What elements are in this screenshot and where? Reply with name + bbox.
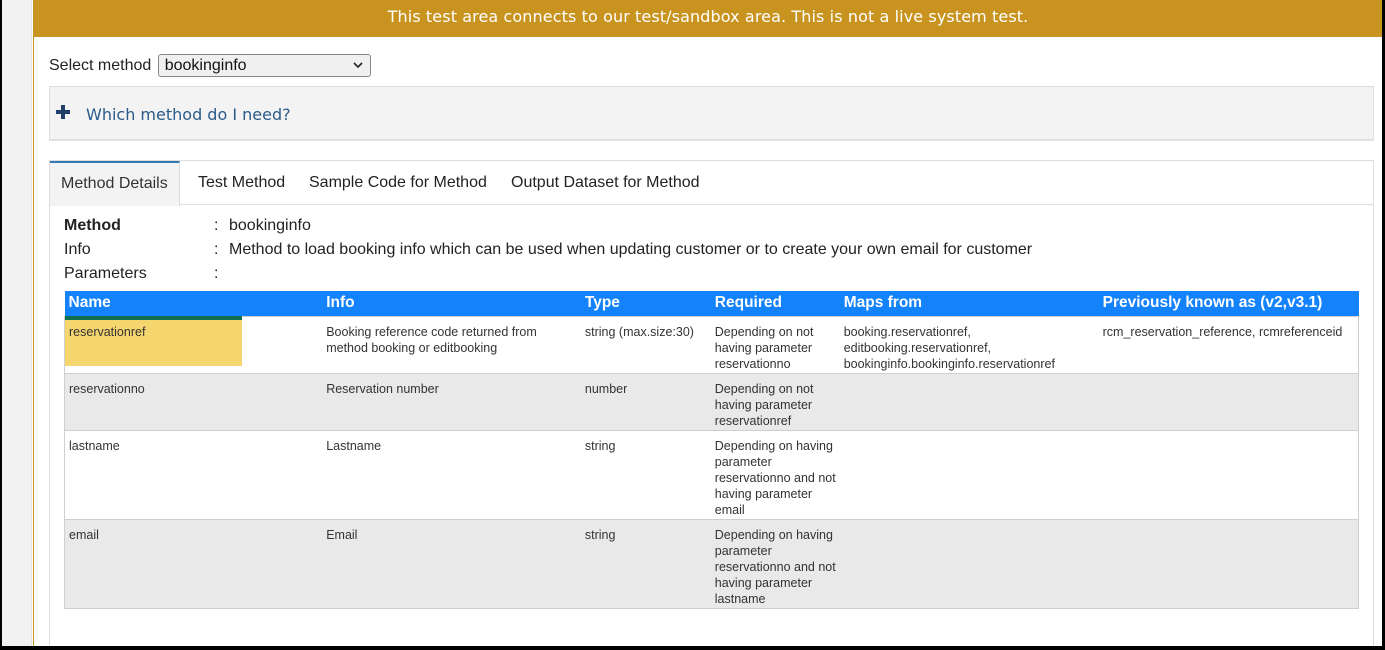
info-label: Info [64, 241, 91, 258]
parameters-table: Name Info Type Required Maps from Previo… [64, 291, 1359, 609]
main-content: This test area connects to our test/sand… [33, 0, 1382, 646]
detail-row-parameters: Parameters : [64, 265, 1164, 289]
detail-row-info: Info : Method to load booking info which… [64, 241, 1164, 265]
method-label: Method [64, 217, 121, 234]
method-help-panel[interactable]: Which method do I need? [49, 86, 1374, 141]
left-gutter [2, 0, 32, 646]
method-value: bookinginfo [229, 217, 311, 234]
detail-row-method: Method : bookinginfo [64, 217, 1164, 241]
tab-method-details[interactable]: Method Details [50, 161, 180, 206]
highlight-marker [65, 315, 242, 366]
method-tabs: Method Details Test Method Sample Code f… [49, 160, 1374, 646]
table-row: lastname Lastname string Depending on ha… [64, 429, 1359, 519]
col-header-previously: Previously known as (v2,v3.1) [1098, 291, 1359, 316]
cell-previously [1098, 372, 1359, 430]
cell-info: Lastname [322, 429, 581, 519]
separator: : [214, 241, 219, 258]
cell-info: Email [322, 518, 581, 609]
cell-type: string (max.size:30) [580, 315, 711, 373]
method-select[interactable]: bookinginfo [157, 54, 371, 77]
cell-required: Depending on having parameter reservatio… [710, 429, 840, 519]
cell-type: string [580, 518, 711, 609]
info-value: Method to load booking info which can be… [229, 241, 1033, 258]
table-row: reservationno Reservation number number … [64, 372, 1359, 430]
method-details: Method : bookinginfo Info : Method to lo… [64, 217, 1164, 289]
cell-previously: rcm_reservation_reference, rcmreferencei… [1098, 315, 1359, 373]
col-header-type: Type [580, 291, 711, 316]
tab-test-method[interactable]: Test Method [187, 161, 296, 205]
cell-previously [1098, 518, 1359, 609]
method-selector-row: Select method bookinginfo [49, 54, 371, 77]
sandbox-banner: This test area connects to our test/sand… [34, 0, 1382, 37]
tab-bar: Method Details Test Method Sample Code f… [50, 161, 1373, 206]
cell-info: Booking reference code returned from met… [322, 315, 581, 373]
plus-icon [56, 105, 70, 119]
cell-name: reservationref [64, 315, 323, 373]
table-row: reservationref Booking reference code re… [64, 315, 1359, 373]
which-method-link[interactable]: Which method do I need? [86, 105, 291, 124]
cell-maps-from [839, 518, 1099, 609]
cell-name: email [64, 518, 323, 609]
cell-maps-from [839, 429, 1099, 519]
cell-maps-from: booking.reservationref, editbooking.rese… [839, 315, 1099, 373]
cell-required: Depending on not having parameter reserv… [710, 372, 840, 430]
cell-type: string [580, 429, 711, 519]
parameters-label: Parameters [64, 265, 147, 282]
cell-required: Depending on having parameter reservatio… [710, 518, 840, 609]
tab-sample-code[interactable]: Sample Code for Method [298, 161, 498, 205]
col-header-name: Name [64, 291, 323, 316]
col-header-maps-from: Maps from [839, 291, 1099, 316]
tab-output-dataset[interactable]: Output Dataset for Method [500, 161, 711, 205]
table-row: email Email string Depending on having p… [64, 518, 1359, 609]
table-header-row: Name Info Type Required Maps from Previo… [64, 291, 1359, 316]
cell-maps-from [839, 372, 1099, 430]
app-frame: This test area connects to our test/sand… [2, 0, 1382, 646]
chevron-down-icon [353, 62, 363, 69]
separator: : [214, 217, 219, 234]
cell-previously [1098, 429, 1359, 519]
col-header-info: Info [322, 291, 581, 316]
select-method-label: Select method [49, 56, 152, 74]
method-select-value: bookinginfo [164, 57, 247, 74]
cell-name: reservationno [64, 372, 323, 430]
cell-info: Reservation number [322, 372, 581, 430]
cell-name: lastname [64, 429, 323, 519]
separator: : [214, 265, 219, 282]
cell-required: Depending on not having parameter reserv… [710, 315, 840, 373]
col-header-required: Required [710, 291, 840, 316]
cell-type: number [580, 372, 711, 430]
